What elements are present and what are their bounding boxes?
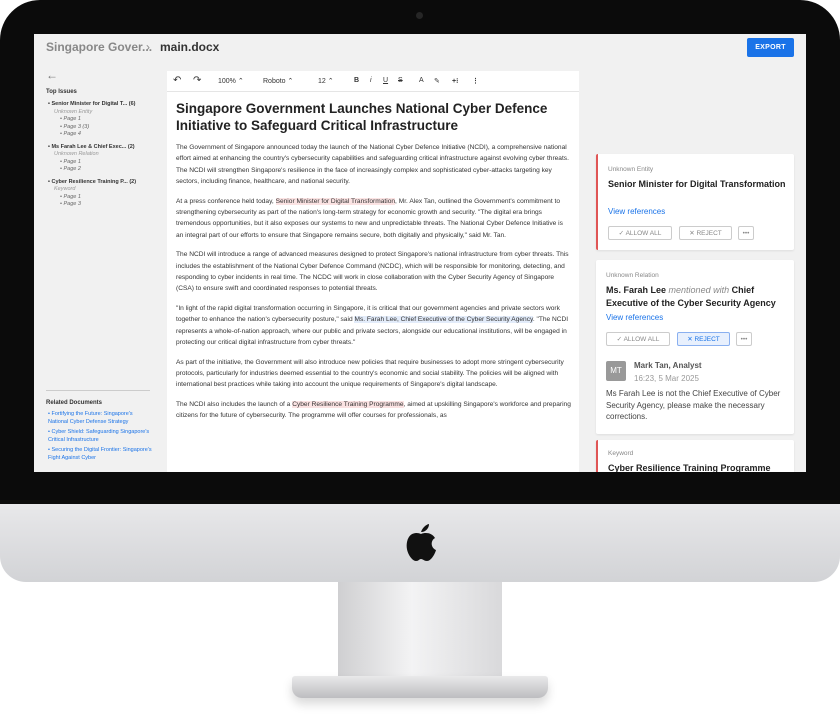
card-type: Keyword	[608, 450, 634, 457]
issue-card-relation: Unknown Relation Ms. Farah Lee mentioned…	[596, 260, 794, 434]
card-title: Ms. Farah Lee mentioned with Chief Execu…	[606, 285, 776, 308]
relation-highlight[interactable]: Ms. Farah Lee, Chief Executive of the Cy…	[354, 316, 533, 324]
top-issues-heading: Top Issues	[46, 89, 77, 95]
issue-page-link[interactable]: • Page 1	[48, 159, 158, 167]
zoom-select[interactable]: 100% ⌃	[218, 77, 244, 85]
issue-title[interactable]: • Cyber Resilience Training P... (2)	[48, 179, 158, 187]
font-size-select[interactable]: 12 ⌃	[318, 77, 334, 85]
document-title: Singapore Government Launches National C…	[176, 101, 548, 133]
issue-kind: Unknown Relation	[54, 151, 99, 157]
avatar: MT	[606, 361, 626, 381]
issue-page-link[interactable]: • Page 1	[48, 194, 158, 202]
issue-page-link[interactable]: • Page 3 (3)	[48, 124, 158, 132]
paragraph: The Government of Singapore announced to…	[176, 144, 569, 186]
text-color-icon[interactable]: A	[419, 77, 424, 84]
keyword-highlight[interactable]: Cyber Resilience Training Programme	[292, 400, 404, 408]
issue-card-entity: Unknown Entity Senior Minister for Digit…	[596, 154, 794, 250]
more-options-button[interactable]: •••	[736, 332, 752, 346]
card-title: Senior Minister for Digital Transformati…	[608, 179, 786, 189]
strikethrough-button[interactable]: S	[398, 77, 403, 84]
issue-page-link[interactable]: • Page 3	[48, 201, 158, 209]
paragraph: As part of the initiative, the Governmen…	[176, 358, 564, 389]
breadcrumb-separator: ›	[146, 40, 150, 54]
issue-card-keyword: Keyword Cyber Resilience Training Progra…	[596, 440, 794, 472]
related-documents-list: • Fortifying the Future: Singapore's Nat…	[48, 411, 152, 465]
issue-item[interactable]: • Senior Minister for Digital T... (6) U…	[48, 101, 158, 139]
italic-button[interactable]: i	[370, 77, 372, 84]
export-button[interactable]: EXPORT	[747, 38, 794, 57]
reject-button[interactable]: ✕ REJECT	[679, 226, 732, 240]
app-screen: Singapore Gover... › main.docx EXPORT ← …	[34, 34, 806, 472]
view-references-link[interactable]: View references	[608, 207, 665, 216]
stand-neck	[338, 582, 502, 678]
comment-time: 16:23, 5 Mar 2025	[634, 374, 699, 383]
reject-button[interactable]: ✕ REJECT	[677, 332, 730, 346]
highlight-pen-icon[interactable]: ✎	[434, 77, 440, 85]
paragraph: "In light of the rapid digital transform…	[176, 304, 569, 347]
issues-list: • Senior Minister for Digital T... (6) U…	[48, 101, 158, 214]
comment-text: Ms Farah Lee is not the Chief Executive …	[606, 389, 781, 421]
top-bar: Singapore Gover... › main.docx EXPORT	[34, 34, 806, 62]
breadcrumb-file: main.docx	[160, 40, 220, 54]
card-title: Cyber Resilience Training Programme	[608, 463, 771, 472]
allow-all-button[interactable]: ✓ ALLOW ALL	[608, 226, 672, 240]
issue-title[interactable]: • Ms Farah Lee & Chief Exec... (2)	[48, 144, 158, 152]
stand-foot	[292, 676, 548, 698]
issue-title[interactable]: • Senior Minister for Digital T... (6)	[48, 101, 158, 109]
bold-button[interactable]: B	[354, 77, 359, 84]
issue-item[interactable]: • Cyber Resilience Training P... (2) Key…	[48, 179, 158, 209]
paragraph: At a press conference held today, Senior…	[176, 197, 563, 239]
issue-page-link[interactable]: • Page 4	[48, 131, 158, 139]
underline-button[interactable]: U	[383, 77, 388, 84]
paragraph: The NCDI also includes the launch of a C…	[176, 400, 571, 420]
monitor-chin	[0, 504, 840, 582]
issue-page-link[interactable]: • Page 1	[48, 116, 158, 124]
view-references-link[interactable]: View references	[606, 313, 663, 322]
entity-highlight[interactable]: Senior Minister for Digital Transformati…	[275, 197, 396, 205]
issue-page-link[interactable]: • Page 2	[48, 166, 158, 174]
document-editor[interactable]: Singapore Government Launches National C…	[167, 92, 579, 472]
related-document-link[interactable]: • Fortifying the Future: Singapore's Nat…	[48, 411, 152, 426]
related-document-link[interactable]: • Securing the Digital Frontier: Singapo…	[48, 447, 152, 462]
imac-mockup: Singapore Gover... › main.docx EXPORT ← …	[0, 0, 840, 722]
divider	[46, 390, 150, 391]
comment-author: Mark Tan, Analyst	[634, 361, 702, 370]
card-type: Unknown Entity	[608, 166, 654, 173]
font-select[interactable]: Roboto ⌃	[263, 77, 293, 85]
issue-kind: Unknown Entity	[54, 108, 93, 115]
more-vert-icon[interactable]: ⋮	[472, 77, 479, 85]
related-documents-heading: Related Documents	[46, 400, 103, 406]
apple-logo-icon	[406, 524, 436, 561]
arrow-left-icon[interactable]: ←	[46, 68, 58, 82]
breadcrumb-project[interactable]: Singapore Gover...	[46, 40, 152, 54]
more-options-button[interactable]: •••	[738, 226, 754, 240]
paragraph: The NCDI will introduce a range of advan…	[176, 251, 569, 293]
undo-icon[interactable]: ↶	[173, 75, 181, 86]
issue-item[interactable]: • Ms Farah Lee & Chief Exec... (2) Unkno…	[48, 144, 158, 174]
allow-all-button[interactable]: ✓ ALLOW ALL	[606, 332, 670, 346]
insert-icon[interactable]: +⁝	[452, 77, 458, 85]
issue-kind: Keyword	[54, 186, 76, 192]
redo-icon[interactable]: ↷	[193, 75, 201, 86]
card-type: Unknown Relation	[606, 272, 659, 279]
editor-toolbar: ↶ ↷ 100% ⌃ Roboto ⌃ 12 ⌃ B i U S A ✎ +⁝ …	[167, 71, 579, 92]
camera	[416, 12, 423, 19]
related-document-link[interactable]: • Cyber Shield: Safeguarding Singapore's…	[48, 429, 152, 444]
